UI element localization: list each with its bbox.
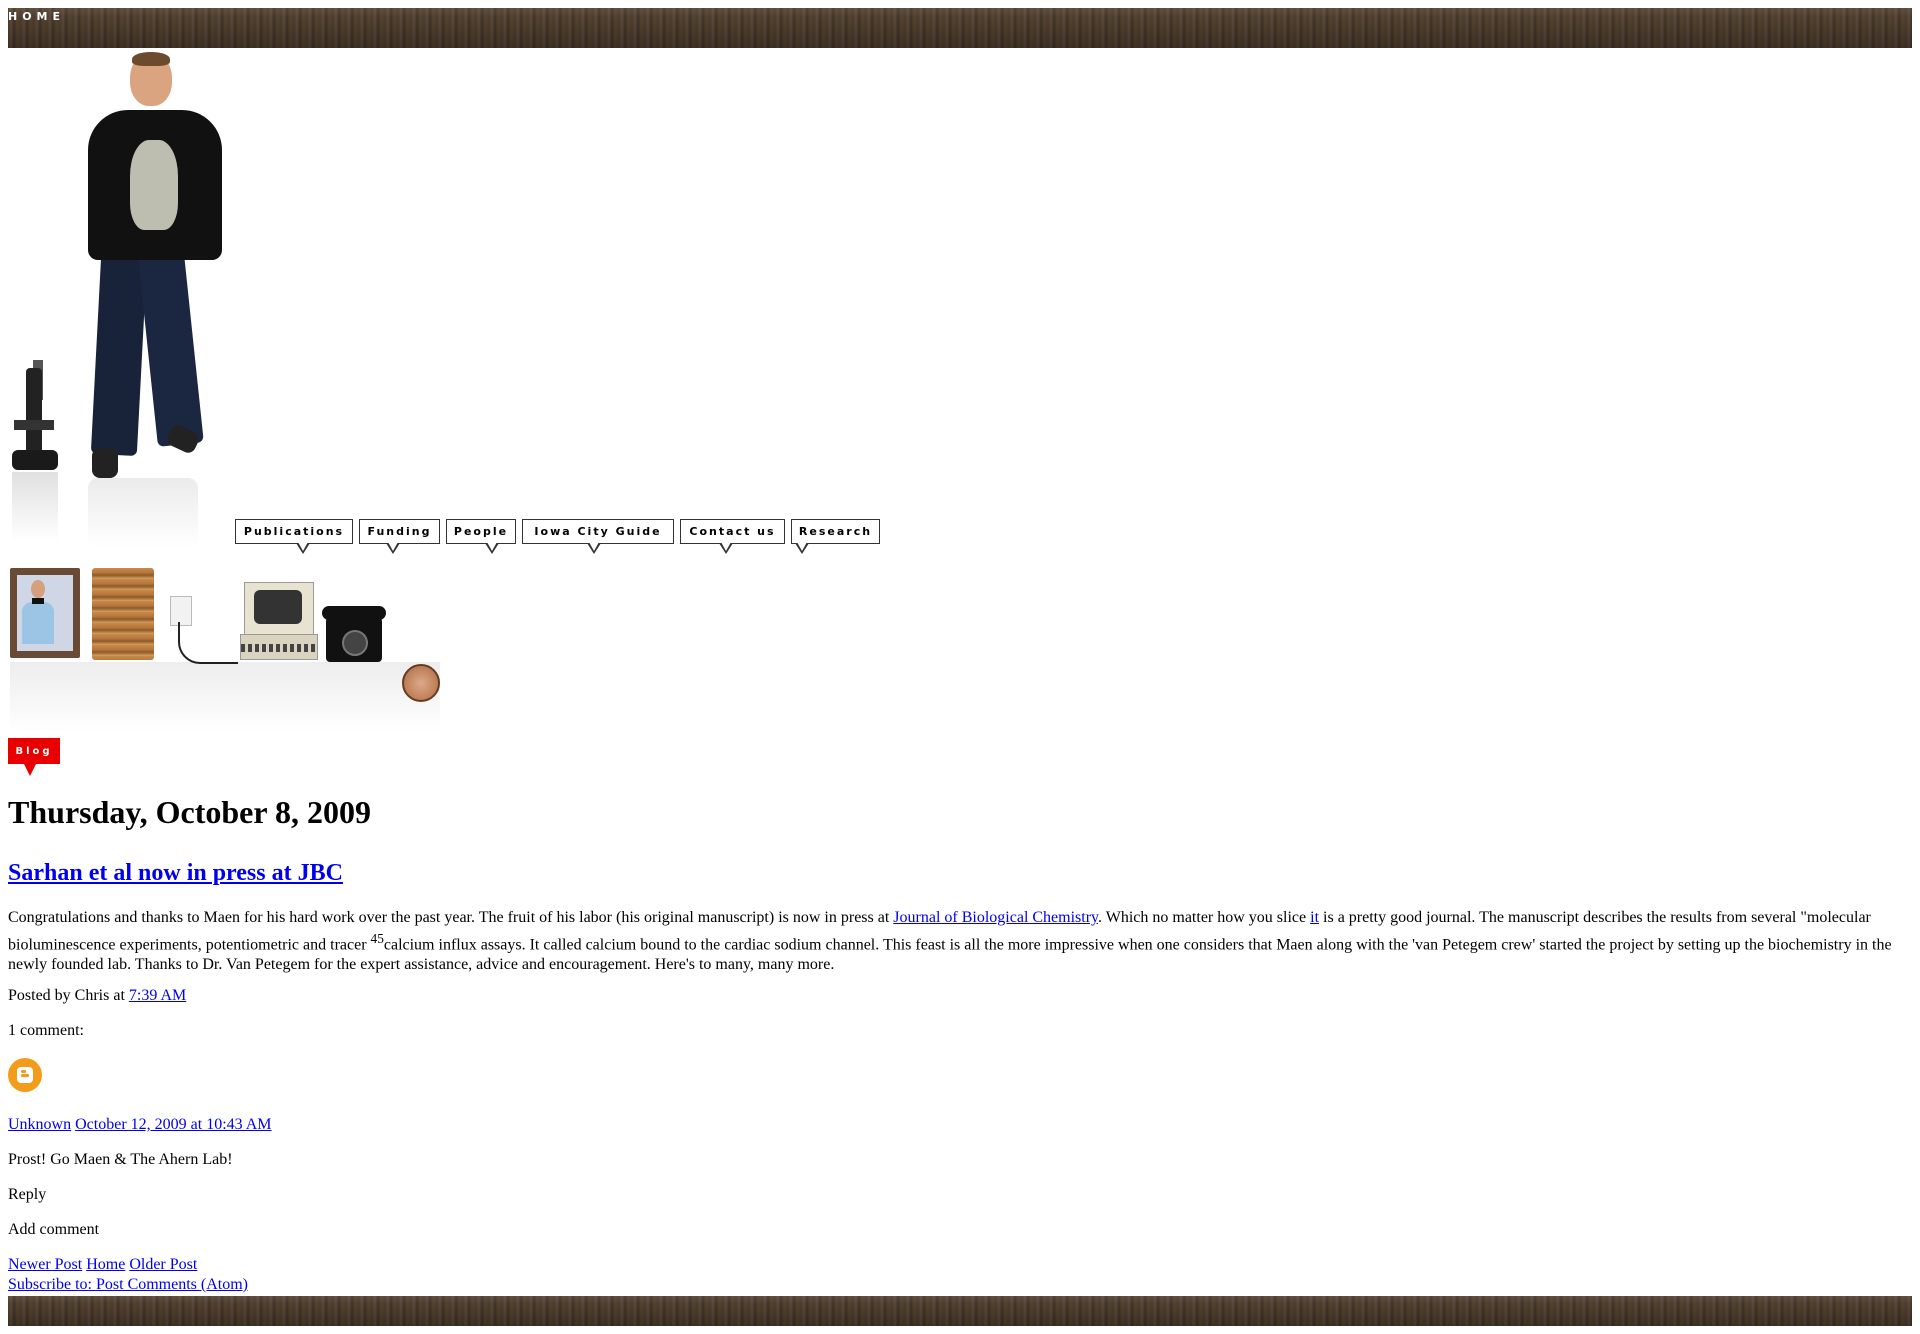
power-cord-icon xyxy=(178,622,238,664)
it-link[interactable]: it xyxy=(1310,909,1319,926)
blog-badge-label: Blog xyxy=(15,745,53,757)
post-timestamp-link[interactable]: 7:39 AM xyxy=(129,987,186,1004)
nav-research[interactable]: Research xyxy=(791,519,880,554)
floor-reflection xyxy=(10,662,440,732)
reply-button[interactable]: Reply xyxy=(8,1186,46,1204)
speech-tail xyxy=(795,542,809,554)
home-nav-link[interactable]: HOME xyxy=(8,10,65,23)
subscribe-line: Subscribe to: Post Comments (Atom) xyxy=(8,1276,248,1294)
nav-contact-us-label: Contact us xyxy=(689,525,776,538)
nav-research-label: Research xyxy=(798,525,873,538)
speech-tail xyxy=(24,764,36,776)
post-body-text: Congratulations and thanks to Maen for h… xyxy=(8,909,894,926)
home-link[interactable]: Home xyxy=(86,1256,125,1273)
blog-pager: Newer Post Home Older Post xyxy=(8,1256,197,1274)
isotope-superscript: 45 xyxy=(370,930,384,946)
nav-people[interactable]: People xyxy=(446,519,516,554)
comment-timestamp-link[interactable]: October 12, 2009 at 10:43 AM xyxy=(75,1116,271,1133)
subscribe-link[interactable]: Subscribe to: Post Comments (Atom) xyxy=(8,1276,248,1293)
nav-funding[interactable]: Funding xyxy=(359,519,440,554)
comments-count: 1 comment: xyxy=(8,1022,84,1039)
add-comment-button[interactable]: Add comment xyxy=(8,1221,99,1239)
speech-tail xyxy=(587,542,601,554)
bottom-wood-bar xyxy=(8,1296,1912,1326)
comment-author-link[interactable]: Unknown xyxy=(8,1116,71,1133)
comment-header: Unknown October 12, 2009 at 10:43 AM xyxy=(8,1116,272,1134)
speech-tail xyxy=(386,542,400,554)
posted-by-text: Posted by Chris at xyxy=(8,987,129,1004)
nav-iowa-city-guide-label: Iowa City Guide xyxy=(534,525,662,538)
blogger-avatar-icon xyxy=(8,1058,42,1092)
nav-funding-label: Funding xyxy=(367,525,432,538)
newer-post-link[interactable]: Newer Post xyxy=(8,1256,82,1273)
publications-books-icon[interactable] xyxy=(92,568,154,660)
post-body: Congratulations and thanks to Maen for h… xyxy=(8,908,1908,976)
post-footer: Posted by Chris at 7:39 AM xyxy=(8,987,186,1005)
blog-badge: Blog xyxy=(8,738,60,776)
speech-tail xyxy=(296,542,310,554)
speech-tail xyxy=(485,542,499,554)
older-post-link[interactable]: Older Post xyxy=(129,1256,197,1273)
nav-publications-label: Publications xyxy=(243,525,345,538)
speech-tail xyxy=(719,542,733,554)
post-title-link[interactable]: Sarhan et al now in press at JBC xyxy=(8,860,343,886)
people-portrait-icon[interactable] xyxy=(10,568,80,658)
nav-publications[interactable]: Publications xyxy=(235,519,353,554)
top-wood-bar xyxy=(8,8,1912,48)
comment-text: Prost! Go Maen & The Ahern Lab! xyxy=(8,1151,233,1168)
nav-contact-us[interactable]: Contact us xyxy=(680,519,785,554)
nav-people-label: People xyxy=(453,525,509,538)
post-body-text: . Which no matter how you slice xyxy=(1098,909,1311,926)
date-header: Thursday, October 8, 2009 xyxy=(8,794,371,830)
post-title: Sarhan et al now in press at JBC xyxy=(8,860,343,887)
journal-link[interactable]: Journal of Biological Chemistry xyxy=(893,909,1098,926)
nav-iowa-city-guide[interactable]: Iowa City Guide xyxy=(522,519,674,554)
